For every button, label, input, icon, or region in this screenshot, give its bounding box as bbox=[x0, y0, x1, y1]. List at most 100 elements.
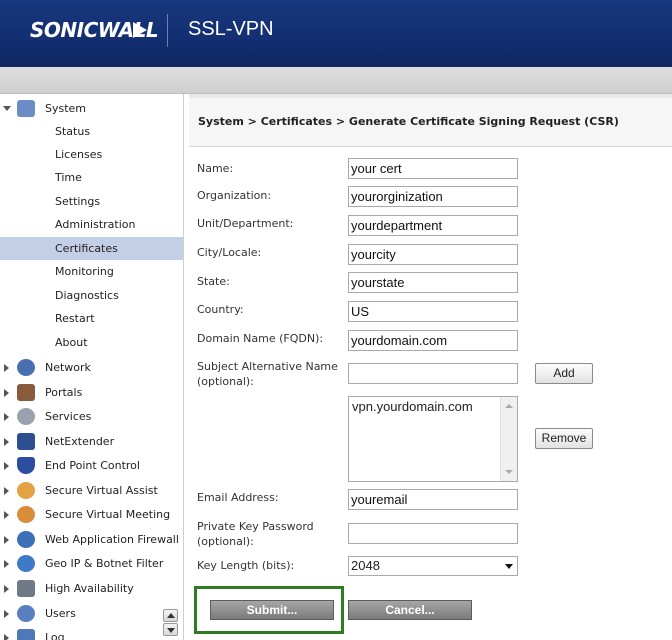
sidebar-item-label: Portals bbox=[45, 386, 83, 399]
chevron-down-icon[interactable] bbox=[505, 564, 513, 569]
sidebar-item-licenses[interactable]: Licenses bbox=[0, 143, 183, 166]
shield-icon bbox=[17, 457, 35, 474]
private-key-password-field[interactable] bbox=[348, 523, 518, 544]
sidebar-item-secure-virtual-assist[interactable]: Secure Virtual Assist bbox=[0, 479, 183, 502]
email-address-label: Email Address: bbox=[197, 491, 279, 504]
domain-name-label: Domain Name (FQDN): bbox=[197, 332, 324, 345]
expand-arrow-icon[interactable] bbox=[4, 585, 9, 593]
geo-globe-icon bbox=[17, 555, 35, 572]
organization-field[interactable]: yourorginization bbox=[348, 186, 518, 207]
header-divider bbox=[167, 14, 168, 47]
expand-arrow-icon[interactable] bbox=[4, 536, 9, 544]
cancel-button[interactable]: Cancel... bbox=[348, 600, 472, 620]
subject-alt-name-label-line1: Subject Alternative Name bbox=[197, 360, 338, 373]
meeting-people-icon bbox=[17, 506, 35, 523]
private-key-password-label-line1: Private Key Password bbox=[197, 520, 314, 533]
sidebar-item-label: Secure Virtual Meeting bbox=[45, 508, 171, 521]
remove-button[interactable]: Remove bbox=[535, 428, 593, 449]
sidebar-item-label: Log bbox=[45, 631, 65, 640]
unit-department-label: Unit/Department: bbox=[197, 217, 294, 230]
sidebar-item-monitoring[interactable]: Monitoring bbox=[0, 260, 183, 283]
subject-alt-name-label-line2: (optional): bbox=[197, 375, 254, 388]
private-key-password-label-line2: (optional): bbox=[197, 535, 254, 548]
app-header: SONICWALL SSL-VPN bbox=[0, 0, 672, 67]
product-name: SSL-VPN bbox=[188, 18, 274, 40]
key-length-select[interactable]: 2048 bbox=[348, 556, 518, 576]
sidebar-item-end-point-control[interactable]: End Point Control bbox=[0, 454, 183, 477]
sidebar-item-system[interactable]: System bbox=[0, 97, 183, 120]
sidebar-item-web-application-firewall[interactable]: Web Application Firewall bbox=[0, 528, 183, 551]
subject-alt-name-list[interactable]: vpn.yourdomain.com bbox=[348, 396, 518, 482]
expand-arrow-icon[interactable] bbox=[4, 634, 9, 640]
toolbar-strip bbox=[0, 67, 672, 94]
sidebar-item-administration[interactable]: Administration bbox=[0, 213, 183, 236]
sidebar-item-netextender[interactable]: NetExtender bbox=[0, 430, 183, 453]
sidebar-scroll-up-button[interactable] bbox=[163, 609, 178, 622]
state-field[interactable]: yourstate bbox=[348, 272, 518, 293]
scroll-down-arrow-icon[interactable] bbox=[505, 470, 513, 474]
sidebar-item-diagnostics[interactable]: Diagnostics bbox=[0, 284, 183, 307]
city-locale-field[interactable]: yourcity bbox=[348, 244, 518, 265]
country-label: Country: bbox=[197, 303, 244, 316]
sidebar-item-about[interactable]: About bbox=[0, 331, 183, 354]
sidebar-item-secure-virtual-meeting[interactable]: Secure Virtual Meeting bbox=[0, 503, 183, 526]
sidebar-item-users[interactable]: Users bbox=[0, 602, 183, 625]
subject-alt-name-field[interactable] bbox=[348, 363, 518, 384]
expand-arrow-icon[interactable] bbox=[4, 487, 9, 495]
expand-arrow-icon[interactable] bbox=[4, 610, 9, 618]
sidebar-item-status[interactable]: Status bbox=[0, 120, 183, 143]
sidebar-item-label: Geo IP & Botnet Filter bbox=[45, 557, 164, 570]
users-icon bbox=[17, 605, 35, 622]
country-field[interactable]: US bbox=[348, 301, 518, 322]
sidebar-item-services[interactable]: Services bbox=[0, 405, 183, 428]
sidebar-item-time[interactable]: Time bbox=[0, 166, 183, 189]
domain-name-field[interactable]: yourdomain.com bbox=[348, 330, 518, 351]
expand-arrow-icon[interactable] bbox=[4, 511, 9, 519]
gear-icon bbox=[17, 408, 35, 425]
expand-arrow-icon[interactable] bbox=[4, 462, 9, 470]
email-address-field[interactable]: youremail bbox=[348, 489, 518, 510]
expand-arrow-icon[interactable] bbox=[4, 413, 9, 421]
sidebar-item-high-availability[interactable]: High Availability bbox=[0, 577, 183, 600]
name-field[interactable]: your cert bbox=[348, 158, 518, 179]
breadcrumb-bar: System > Certificates > Generate Certifi… bbox=[189, 94, 672, 147]
sonicwall-logo-mark-icon bbox=[133, 22, 147, 38]
sidebar-item-network[interactable]: Network bbox=[0, 356, 183, 379]
key-length-selected-value: 2048 bbox=[351, 558, 380, 573]
expand-arrow-icon[interactable] bbox=[4, 364, 9, 372]
unit-department-field[interactable]: yourdepartment bbox=[348, 215, 518, 236]
sidebar-item-label: High Availability bbox=[45, 582, 134, 595]
list-item[interactable]: vpn.yourdomain.com bbox=[352, 399, 514, 414]
sidebar-item-label: Users bbox=[45, 607, 76, 620]
sidebar-item-log[interactable]: Log bbox=[0, 626, 183, 640]
key-length-label: Key Length (bits): bbox=[197, 559, 295, 572]
list-scrollbar[interactable] bbox=[500, 397, 517, 481]
organization-label: Organization: bbox=[197, 189, 272, 202]
sidebar-item-label: Web Application Firewall bbox=[45, 533, 179, 546]
house-icon bbox=[17, 384, 35, 401]
sidebar-item-certificates[interactable]: Certificates bbox=[0, 237, 183, 260]
network-globe-icon bbox=[17, 359, 35, 376]
expand-arrow-icon[interactable] bbox=[4, 389, 9, 397]
sidebar-item-settings[interactable]: Settings bbox=[0, 190, 183, 213]
submit-button[interactable]: Submit... bbox=[210, 600, 334, 620]
server-stack-icon bbox=[17, 580, 35, 597]
sidebar-item-geo-ip-botnet-filter[interactable]: Geo IP & Botnet Filter bbox=[0, 552, 183, 575]
sidebar-scroll-down-button[interactable] bbox=[163, 623, 178, 636]
city-locale-label: City/Locale: bbox=[197, 246, 262, 259]
state-label: State: bbox=[197, 275, 230, 288]
expand-arrow-icon[interactable] bbox=[3, 106, 11, 111]
sidebar-item-label: Network bbox=[45, 361, 91, 374]
expand-arrow-icon[interactable] bbox=[4, 560, 9, 568]
sidebar-item-restart[interactable]: Restart bbox=[0, 307, 183, 330]
monitor-icon bbox=[17, 100, 35, 117]
expand-arrow-icon[interactable] bbox=[4, 438, 9, 446]
breadcrumb: System > Certificates > Generate Certifi… bbox=[198, 115, 619, 128]
add-button[interactable]: Add bbox=[535, 363, 593, 384]
scroll-up-arrow-icon[interactable] bbox=[505, 404, 513, 408]
assist-person-icon bbox=[17, 482, 35, 499]
netextender-icon bbox=[17, 433, 35, 450]
sidebar-item-label: NetExtender bbox=[45, 435, 115, 448]
sidebar-item-label: Secure Virtual Assist bbox=[45, 484, 158, 497]
sidebar-item-portals[interactable]: Portals bbox=[0, 381, 183, 404]
